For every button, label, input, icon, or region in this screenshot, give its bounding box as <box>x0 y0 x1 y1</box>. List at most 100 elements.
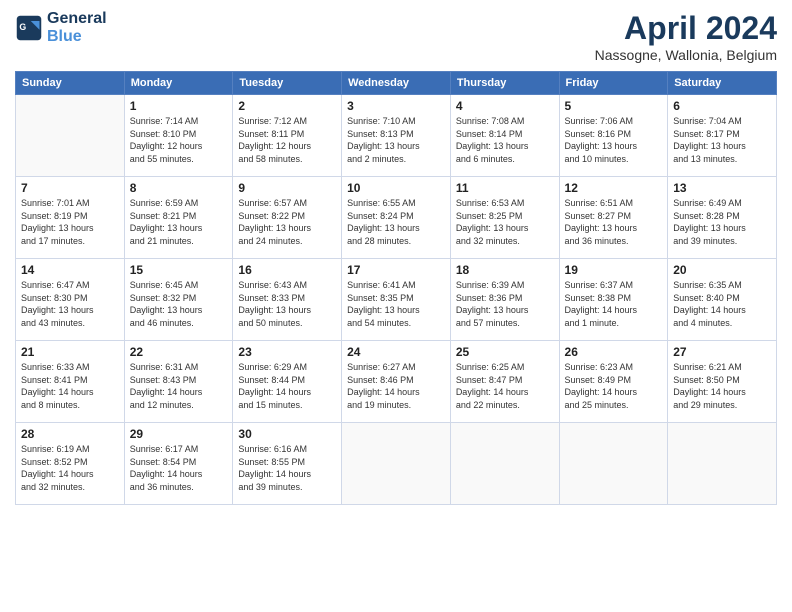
table-row <box>16 95 125 177</box>
page-header: G General Blue April 2024 Nassogne, Wall… <box>15 10 777 63</box>
calendar-header-row: Sunday Monday Tuesday Wednesday Thursday… <box>16 72 777 95</box>
day-info: Sunrise: 6:29 AM Sunset: 8:44 PM Dayligh… <box>238 361 336 411</box>
title-block: April 2024 Nassogne, Wallonia, Belgium <box>595 10 777 63</box>
day-info: Sunrise: 7:06 AM Sunset: 8:16 PM Dayligh… <box>565 115 663 165</box>
table-row: 1 Sunrise: 7:14 AM Sunset: 8:10 PM Daylig… <box>124 95 233 177</box>
day-info: Sunrise: 6:35 AM Sunset: 8:40 PM Dayligh… <box>673 279 771 329</box>
day-info: Sunrise: 6:47 AM Sunset: 8:30 PM Dayligh… <box>21 279 119 329</box>
day-info: Sunrise: 6:51 AM Sunset: 8:27 PM Dayligh… <box>565 197 663 247</box>
day-number: 21 <box>21 345 119 359</box>
table-row: 30 Sunrise: 6:16 AM Sunset: 8:55 PM Dayli… <box>233 423 342 505</box>
table-row: 15 Sunrise: 6:45 AM Sunset: 8:32 PM Dayli… <box>124 259 233 341</box>
day-number: 5 <box>565 99 663 113</box>
col-saturday: Saturday <box>668 72 777 95</box>
day-info: Sunrise: 6:37 AM Sunset: 8:38 PM Dayligh… <box>565 279 663 329</box>
day-number: 6 <box>673 99 771 113</box>
table-row: 7 Sunrise: 7:01 AM Sunset: 8:19 PM Daylig… <box>16 177 125 259</box>
month-year: April 2024 <box>595 10 777 47</box>
day-number: 3 <box>347 99 445 113</box>
day-info: Sunrise: 6:21 AM Sunset: 8:50 PM Dayligh… <box>673 361 771 411</box>
col-monday: Monday <box>124 72 233 95</box>
day-info: Sunrise: 7:14 AM Sunset: 8:10 PM Dayligh… <box>130 115 228 165</box>
day-info: Sunrise: 7:12 AM Sunset: 8:11 PM Dayligh… <box>238 115 336 165</box>
day-info: Sunrise: 6:23 AM Sunset: 8:49 PM Dayligh… <box>565 361 663 411</box>
day-number: 17 <box>347 263 445 277</box>
table-row: 23 Sunrise: 6:29 AM Sunset: 8:44 PM Dayli… <box>233 341 342 423</box>
day-number: 14 <box>21 263 119 277</box>
table-row: 29 Sunrise: 6:17 AM Sunset: 8:54 PM Dayli… <box>124 423 233 505</box>
day-number: 29 <box>130 427 228 441</box>
table-row: 18 Sunrise: 6:39 AM Sunset: 8:36 PM Dayli… <box>450 259 559 341</box>
day-number: 11 <box>456 181 554 195</box>
logo-icon: G <box>15 14 43 42</box>
svg-text:G: G <box>19 21 26 31</box>
table-row: 12 Sunrise: 6:51 AM Sunset: 8:27 PM Dayli… <box>559 177 668 259</box>
col-friday: Friday <box>559 72 668 95</box>
table-row: 21 Sunrise: 6:33 AM Sunset: 8:41 PM Dayli… <box>16 341 125 423</box>
logo-text: General Blue <box>47 10 107 45</box>
table-row: 11 Sunrise: 6:53 AM Sunset: 8:25 PM Dayli… <box>450 177 559 259</box>
table-row: 6 Sunrise: 7:04 AM Sunset: 8:17 PM Daylig… <box>668 95 777 177</box>
day-number: 20 <box>673 263 771 277</box>
day-number: 4 <box>456 99 554 113</box>
day-info: Sunrise: 6:27 AM Sunset: 8:46 PM Dayligh… <box>347 361 445 411</box>
table-row: 27 Sunrise: 6:21 AM Sunset: 8:50 PM Dayli… <box>668 341 777 423</box>
col-thursday: Thursday <box>450 72 559 95</box>
table-row: 17 Sunrise: 6:41 AM Sunset: 8:35 PM Dayli… <box>342 259 451 341</box>
day-number: 13 <box>673 181 771 195</box>
day-info: Sunrise: 7:10 AM Sunset: 8:13 PM Dayligh… <box>347 115 445 165</box>
day-number: 28 <box>21 427 119 441</box>
table-row: 25Sunrise: 6:25 AM Sunset: 8:47 PM Dayli… <box>450 341 559 423</box>
table-row: 4 Sunrise: 7:08 AM Sunset: 8:14 PM Daylig… <box>450 95 559 177</box>
day-info: Sunrise: 7:04 AM Sunset: 8:17 PM Dayligh… <box>673 115 771 165</box>
table-row <box>668 423 777 505</box>
calendar-table: Sunday Monday Tuesday Wednesday Thursday… <box>15 71 777 505</box>
table-row <box>450 423 559 505</box>
table-row: 22 Sunrise: 6:31 AM Sunset: 8:43 PM Dayli… <box>124 341 233 423</box>
day-info: Sunrise: 7:01 AM Sunset: 8:19 PM Dayligh… <box>21 197 119 247</box>
col-sunday: Sunday <box>16 72 125 95</box>
day-number: 23 <box>238 345 336 359</box>
day-info: Sunrise: 6:53 AM Sunset: 8:25 PM Dayligh… <box>456 197 554 247</box>
day-number: 8 <box>130 181 228 195</box>
day-number: 1 <box>130 99 228 113</box>
day-number: 10 <box>347 181 445 195</box>
table-row: 14 Sunrise: 6:47 AM Sunset: 8:30 PM Dayli… <box>16 259 125 341</box>
table-row: 16Sunrise: 6:43 AM Sunset: 8:33 PM Dayli… <box>233 259 342 341</box>
day-number: 9 <box>238 181 336 195</box>
col-wednesday: Wednesday <box>342 72 451 95</box>
day-number: 19 <box>565 263 663 277</box>
day-info: Sunrise: 6:19 AM Sunset: 8:52 PM Dayligh… <box>21 443 119 493</box>
day-number: 2 <box>238 99 336 113</box>
day-info: Sunrise: 6:16 AM Sunset: 8:55 PM Dayligh… <box>238 443 336 493</box>
day-number: 18 <box>456 263 554 277</box>
table-row: 2 Sunrise: 7:12 AM Sunset: 8:11 PM Daylig… <box>233 95 342 177</box>
table-row: 28 Sunrise: 6:19 AM Sunset: 8:52 PM Dayli… <box>16 423 125 505</box>
table-row: 9Sunrise: 6:57 AM Sunset: 8:22 PM Daylig… <box>233 177 342 259</box>
table-row <box>559 423 668 505</box>
table-row: 24Sunrise: 6:27 AM Sunset: 8:46 PM Dayli… <box>342 341 451 423</box>
day-number: 27 <box>673 345 771 359</box>
day-info: Sunrise: 6:41 AM Sunset: 8:35 PM Dayligh… <box>347 279 445 329</box>
day-info: Sunrise: 6:39 AM Sunset: 8:36 PM Dayligh… <box>456 279 554 329</box>
day-number: 12 <box>565 181 663 195</box>
day-info: Sunrise: 6:55 AM Sunset: 8:24 PM Dayligh… <box>347 197 445 247</box>
table-row: 5 Sunrise: 7:06 AM Sunset: 8:16 PM Daylig… <box>559 95 668 177</box>
day-info: Sunrise: 6:17 AM Sunset: 8:54 PM Dayligh… <box>130 443 228 493</box>
table-row: 19 Sunrise: 6:37 AM Sunset: 8:38 PM Dayli… <box>559 259 668 341</box>
table-row: 26Sunrise: 6:23 AM Sunset: 8:49 PM Dayli… <box>559 341 668 423</box>
day-number: 16 <box>238 263 336 277</box>
location: Nassogne, Wallonia, Belgium <box>595 47 777 63</box>
day-info: Sunrise: 6:45 AM Sunset: 8:32 PM Dayligh… <box>130 279 228 329</box>
day-number: 25 <box>456 345 554 359</box>
day-info: Sunrise: 7:08 AM Sunset: 8:14 PM Dayligh… <box>456 115 554 165</box>
logo: G General Blue <box>15 10 107 45</box>
day-number: 7 <box>21 181 119 195</box>
day-info: Sunrise: 6:49 AM Sunset: 8:28 PM Dayligh… <box>673 197 771 247</box>
day-number: 15 <box>130 263 228 277</box>
table-row: 20 Sunrise: 6:35 AM Sunset: 8:40 PM Dayli… <box>668 259 777 341</box>
day-info: Sunrise: 6:33 AM Sunset: 8:41 PM Dayligh… <box>21 361 119 411</box>
day-number: 30 <box>238 427 336 441</box>
day-number: 22 <box>130 345 228 359</box>
day-info: Sunrise: 6:31 AM Sunset: 8:43 PM Dayligh… <box>130 361 228 411</box>
